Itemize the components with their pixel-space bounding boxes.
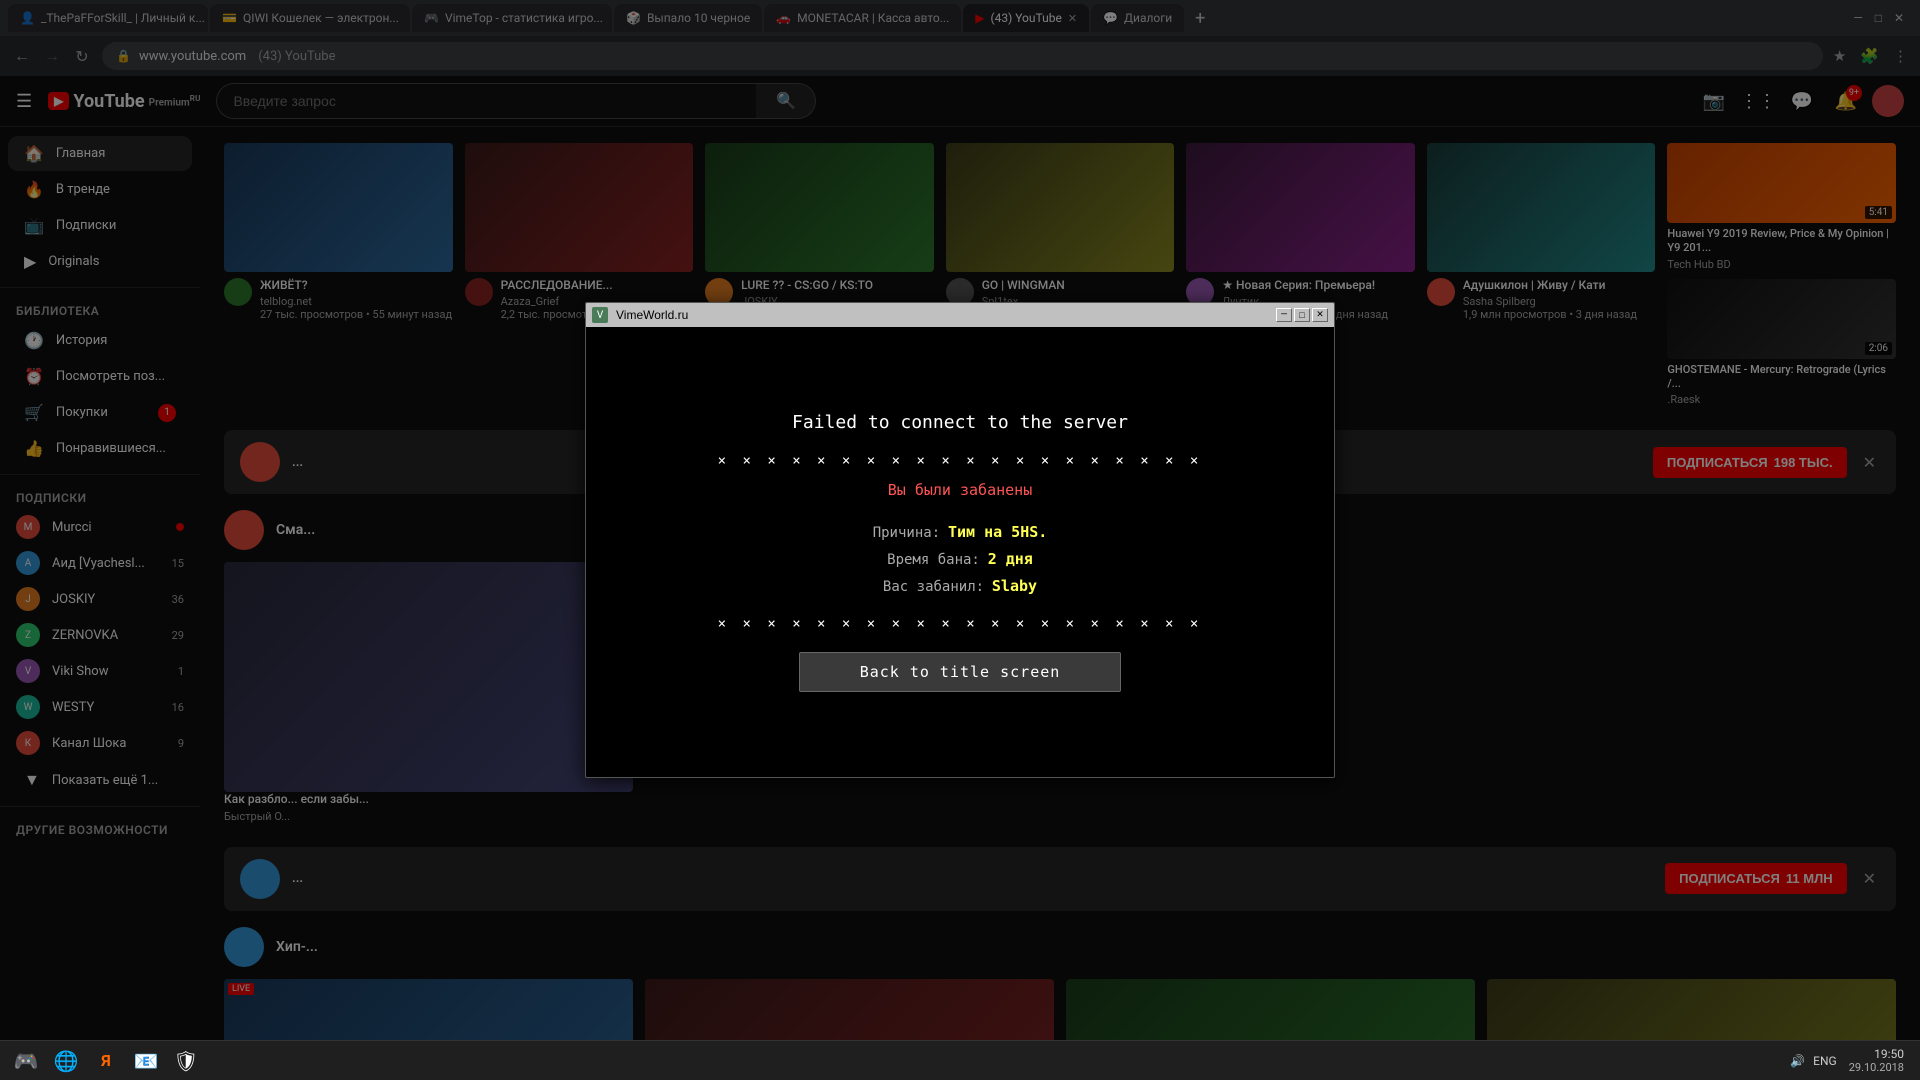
modal-app-icon: V	[592, 307, 608, 323]
taskbar-email[interactable]: 📧	[128, 1043, 164, 1079]
keyboard-layout[interactable]: ENG	[1813, 1054, 1837, 1068]
x-divider-1: × × × × × × × × × × × × × × × × × × × ×	[718, 453, 1203, 469]
taskbar-shield[interactable]: 🛡	[168, 1043, 204, 1079]
modal-maximize-btn[interactable]: □	[1294, 308, 1310, 322]
ban-reason-label: Причина:	[873, 525, 940, 541]
modal-close-btn[interactable]: ✕	[1312, 308, 1328, 322]
taskbar-time: 19:50	[1849, 1047, 1904, 1061]
taskbar-discord[interactable]: 🎮	[8, 1043, 44, 1079]
modal-window: V VimeWorld.ru — □ ✕ Failed to connect t…	[585, 302, 1335, 778]
ban-message: Вы были забанены	[888, 481, 1033, 499]
taskbar-yandex[interactable]: Я	[88, 1043, 124, 1079]
taskbar-right: 🔊 ENG 19:50 29.10.2018	[1790, 1047, 1912, 1074]
ban-time-line: Время бана: 2 дня	[873, 546, 1048, 573]
taskbar: 🎮 🌐 Я 📧 🛡 🔊 ENG 19:50 29.10.2018	[0, 1040, 1920, 1080]
modal-minimize-btn[interactable]: —	[1276, 308, 1292, 322]
ban-reason-value: Тим на 5HS.	[948, 523, 1047, 541]
ban-by-value: Slaby	[992, 577, 1037, 595]
back-to-title-button[interactable]: Back to title screen	[799, 652, 1122, 692]
modal-window-controls: — □ ✕	[1276, 308, 1328, 322]
x-divider-2: × × × × × × × × × × × × × × × × × × × ×	[718, 616, 1203, 632]
ban-time-label: Время бана:	[887, 552, 980, 568]
taskbar-chrome[interactable]: 🌐	[48, 1043, 84, 1079]
modal-overlay: V VimeWorld.ru — □ ✕ Failed to connect t…	[0, 0, 1920, 1080]
ban-by-line: Вас забанил: Slaby	[873, 573, 1048, 600]
modal-titlebar: V VimeWorld.ru — □ ✕	[586, 303, 1334, 327]
ban-time-value: 2 дня	[988, 550, 1033, 568]
system-tray: 🔊 ENG	[1790, 1054, 1837, 1068]
taskbar-date: 29.10.2018	[1849, 1061, 1904, 1074]
modal-title-text: VimeWorld.ru	[616, 308, 1268, 322]
volume-icon[interactable]: 🔊	[1790, 1054, 1805, 1068]
clock: 19:50 29.10.2018	[1849, 1047, 1904, 1074]
connect-fail-message: Failed to connect to the server	[792, 412, 1128, 433]
modal-body: Failed to connect to the server × × × × …	[586, 327, 1334, 777]
ban-details: Причина: Тим на 5HS. Время бана: 2 дня В…	[873, 519, 1048, 601]
ban-reason-line: Причина: Тим на 5HS.	[873, 519, 1048, 546]
ban-by-label: Вас забанил:	[883, 579, 984, 595]
